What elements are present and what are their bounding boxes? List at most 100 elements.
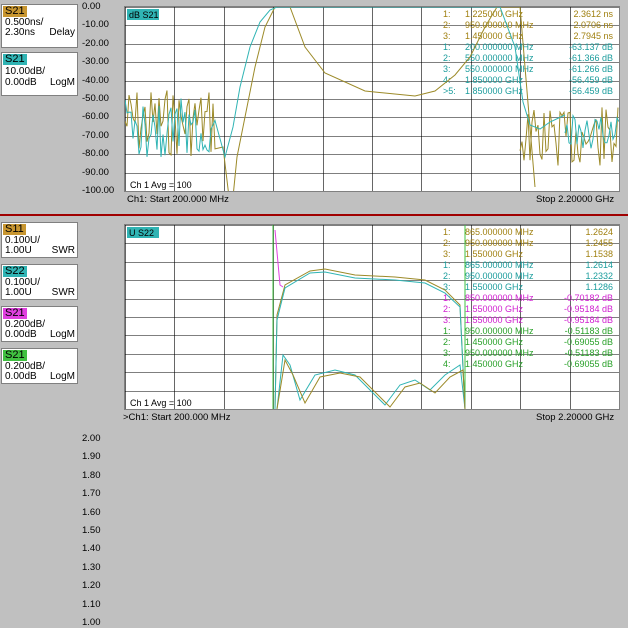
y-tick-label: -100.00: [82, 185, 115, 196]
trace-format: LogM: [49, 329, 75, 340]
marker-value: -56.459 dB: [569, 86, 613, 96]
top-plot-area[interactable]: dB S21 Ch 1 Avg = 100 1: 1.225000 GHz 2.3612…: [124, 6, 620, 198]
bottom-stop-freq: Stop 2.20000 GHz: [536, 412, 615, 423]
y-tick-label: 1.90: [82, 451, 101, 463]
trace-s21-mag: [274, 229, 284, 288]
y-tick-label: -90.00: [82, 166, 109, 178]
active-trace-label: dB S21: [127, 9, 159, 20]
trace-scale: 10.00dB/: [5, 66, 46, 77]
y-tick-label: -20.00: [82, 37, 109, 49]
bottom-plot-svg: U S22 Ch 1 Avg = 100 1: 865.000000 MHz 1.262…: [125, 225, 620, 410]
marker-frequency: 1.450000 GHz: [465, 359, 524, 369]
marker-frequency: 950.000000 MHz: [465, 348, 534, 358]
bottom-channel-pane: S11 0.100U/ 1.00U SWR S22 0.100U/ 1.00U …: [0, 214, 628, 628]
marker-frequency: 550.000000 MHz: [465, 64, 534, 74]
marker-index: 2:: [443, 337, 451, 347]
bottom-plot-area[interactable]: U S22 Ch 1 Avg = 100 1: 865.000000 MHz 1.262…: [124, 224, 620, 410]
marker-value: -0.70182 dB: [564, 293, 613, 303]
marker-index: 3:: [443, 31, 451, 41]
marker-value: -63.137 dB: [569, 42, 613, 52]
trace-s11: [274, 268, 466, 410]
trace-ref: 0.00dB: [5, 371, 37, 382]
y-tick-label: 1.10: [82, 598, 101, 610]
marker-frequency: 950.000000 MHz: [465, 326, 534, 336]
marker-value: 1.2614: [585, 260, 613, 270]
trace-ref: 0.00dB: [5, 77, 37, 88]
marker-value: -0.69055 dB: [564, 337, 613, 347]
y-tick-label: 2.00: [82, 433, 101, 444]
marker-frequency: 850.000000 MHz: [465, 293, 534, 303]
marker-index: 1:: [443, 260, 451, 270]
y-tick-label: -10.00: [82, 19, 109, 31]
trace-ref: 1.00U: [5, 245, 32, 256]
y-tick-label: 1.30: [82, 561, 101, 573]
trace-name: S11: [3, 223, 26, 235]
trace-format: LogM: [49, 77, 75, 88]
marker-value: -61.266 dB: [569, 64, 613, 74]
marker-value: -61.366 dB: [569, 53, 613, 63]
trace-tab-bottom-3[interactable]: S21 0.200dB/ 0.00dB LogM: [1, 348, 78, 384]
top-plot-svg: dB S21 Ch 1 Avg = 100 1: 1.225000 GHz 2.3612…: [124, 6, 620, 198]
marker-index: 2:: [443, 53, 451, 63]
top-channel-pane: S21 0.500ns/ 2.30ns Delay S21 10.00dB/ 0…: [0, 0, 628, 208]
y-tick-label: -60.00: [82, 111, 109, 123]
marker-index: 1:: [443, 227, 451, 237]
y-tick-label: -70.00: [82, 129, 109, 141]
bottom-trace-sidebar: S11 0.100U/ 1.00U SWR S22 0.100U/ 1.00U …: [0, 216, 80, 427]
y-tick-label: 0.00: [82, 1, 101, 12]
trace-tab-bottom-1[interactable]: S22 0.100U/ 1.00U SWR: [1, 264, 78, 300]
marker-frequency: 1.550000 GHz: [465, 249, 524, 259]
trace-format: SWR: [51, 245, 75, 256]
marker-value: 1.2332: [585, 271, 613, 281]
trace-tab-bottom-0[interactable]: S11 0.100U/ 1.00U SWR: [1, 222, 78, 258]
active-trace-text: U S22: [129, 228, 154, 238]
marker-value: -56.459 dB: [569, 75, 613, 85]
y-tick-label: 1.20: [82, 580, 101, 592]
trace-ref: 1.00U: [5, 287, 32, 298]
marker-value: 1.1538: [585, 249, 613, 259]
marker-index: 2:: [443, 238, 451, 248]
y-tick-label: 1.80: [82, 469, 101, 481]
marker-value: 1.2624: [585, 227, 613, 237]
marker-index: 1:: [443, 9, 451, 19]
y-tick-label: -40.00: [82, 74, 109, 86]
bottom-start-freq: >Ch1: Start 200.000 MHz: [123, 412, 231, 423]
trace-name: S22: [3, 265, 27, 277]
marker-value: 1.2455: [585, 238, 613, 248]
marker-index: 4:: [443, 359, 451, 369]
marker-index: 2:: [443, 20, 451, 30]
trace-tab-top-1[interactable]: S21 10.00dB/ 0.00dB LogM: [1, 52, 78, 96]
marker-index: 3:: [443, 348, 451, 358]
trace-name: S21: [3, 349, 27, 361]
average-label: Ch 1 Avg = 100: [130, 180, 192, 190]
y-tick-label: 1.40: [82, 543, 101, 555]
trace-s22-low: [276, 353, 466, 410]
trace-name: S21: [3, 307, 27, 319]
y-tick-label: -80.00: [82, 148, 109, 160]
top-stop-freq: Stop 2.20000 GHz: [536, 194, 615, 205]
top-start-freq: Ch1: Start 200.000 MHz: [127, 194, 229, 205]
y-tick-label: 1.70: [82, 488, 101, 500]
marker-frequency: 865.000000 MHz: [465, 260, 534, 270]
trace-format: LogM: [49, 371, 75, 382]
trace-s22: [274, 271, 466, 410]
trace-s11-low: [276, 358, 466, 410]
trace-tab-bottom-2[interactable]: S21 0.200dB/ 0.00dB LogM: [1, 306, 78, 342]
y-tick-label: 1.00: [82, 617, 101, 628]
marker-frequency: 1.850000 GHz: [465, 86, 524, 96]
trace-name: S21: [3, 5, 27, 17]
trace-tab-top-0[interactable]: S21 0.500ns/ 2.30ns Delay: [1, 4, 78, 48]
marker-value: -0.51183 dB: [565, 326, 613, 336]
y-tick-label: 1.60: [82, 506, 101, 518]
marker-frequency: 1.550000 GHz: [465, 282, 524, 292]
top-trace-sidebar: S21 0.500ns/ 2.30ns Delay S21 10.00dB/ 0…: [0, 0, 80, 208]
trace-format: Delay: [49, 27, 75, 38]
marker-value: -0.95184 dB: [564, 315, 613, 325]
marker-value: -0.51183 dB: [565, 348, 613, 358]
marker-frequency: 950.000000 MHz: [465, 238, 534, 248]
marker-frequency: 1.550000 GHz: [465, 315, 524, 325]
marker-frequency: 1.450000 GHz: [465, 337, 524, 347]
y-tick-label: 1.50: [82, 525, 101, 536]
average-label: Ch 1 Avg = 100: [130, 398, 192, 408]
marker-index: 3:: [443, 64, 451, 74]
